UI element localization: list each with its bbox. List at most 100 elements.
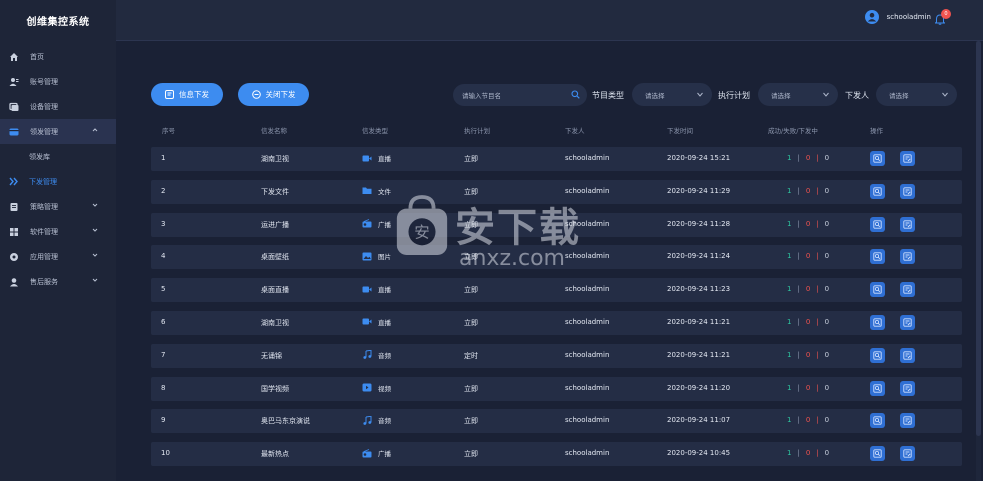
view-detail-button[interactable]: [870, 413, 885, 429]
sidebar-item-label: 账号管理: [30, 77, 58, 86]
sidebar: 创维集控系统 首页 账号管理 设备管理 领发管理 领发库 下发管理 策略管理 软…: [0, 0, 116, 481]
detail-icon: [873, 187, 882, 196]
pending-count: 0: [824, 416, 830, 425]
search-input[interactable]: 请输入节目名: [453, 84, 587, 106]
user-menu[interactable]: schooladmin: [864, 10, 931, 24]
cell-type: 音频: [362, 415, 391, 425]
view-detail-button[interactable]: [870, 151, 885, 166]
cell-type-label: 直播: [378, 155, 391, 163]
edit-button[interactable]: [900, 249, 915, 265]
view-detail-button[interactable]: [870, 183, 885, 199]
sidebar-item-accounts[interactable]: 账号管理: [0, 69, 116, 94]
chevron-down-icon: [92, 278, 98, 282]
success-count: 1: [787, 449, 792, 458]
cell-status: 1 | 0 | 0: [787, 384, 829, 392]
edit-button[interactable]: [900, 151, 915, 166]
sidebar-item-devices[interactable]: 设备管理: [0, 94, 116, 119]
edit-icon: [903, 416, 912, 426]
send-icon: [9, 128, 19, 135]
cell-status: 1 | 0 | 0: [787, 252, 829, 260]
edit-button[interactable]: [900, 380, 915, 396]
sidebar-subitem-library[interactable]: 领发库: [0, 144, 116, 169]
video-icon: [362, 285, 378, 294]
edit-icon: [903, 449, 912, 458]
program-type-select[interactable]: 请选择: [632, 83, 712, 106]
view-detail-button[interactable]: [870, 282, 885, 298]
detail-icon: [873, 383, 882, 393]
edit-button[interactable]: [900, 183, 915, 199]
radio-icon: [362, 448, 378, 458]
music-icon: [362, 415, 378, 425]
minus-circle-icon: [251, 90, 261, 99]
cell-status: 1 | 0 | 0: [787, 416, 829, 424]
view-detail-button[interactable]: [870, 347, 885, 363]
edit-button[interactable]: [900, 347, 915, 363]
plan-label: 执行计划: [718, 91, 750, 100]
sidebar-item-apps[interactable]: 应用管理: [0, 244, 116, 269]
table-row: 9 奥巴马东京演说 音频 立即 schooladmin 2020-09-24 11:07 1…: [151, 409, 962, 434]
cell-type: 直播: [362, 284, 391, 294]
edit-button[interactable]: [900, 314, 915, 330]
chevron-down-icon: [92, 203, 98, 207]
username: schooladmin: [886, 13, 931, 21]
plan-select[interactable]: 请选择: [758, 83, 838, 106]
sidebar-item-label: 设备管理: [30, 102, 58, 111]
divider: |: [797, 416, 800, 425]
sidebar-item-home[interactable]: 首页: [0, 44, 116, 69]
divider: |: [797, 252, 800, 261]
issue-info-button[interactable]: 信息下发: [151, 83, 223, 106]
cell-type: 音频: [362, 350, 391, 360]
cell-name: 湖南卫视: [261, 318, 289, 327]
divider: |: [797, 285, 800, 294]
edit-button[interactable]: [900, 282, 915, 298]
cell-status: 1 | 0 | 0: [787, 449, 829, 457]
cell-no: 9: [161, 416, 166, 425]
pending-count: 0: [824, 317, 830, 326]
success-count: 1: [787, 285, 792, 294]
view-detail-button[interactable]: [870, 249, 885, 265]
pending-count: 0: [824, 350, 830, 359]
table-row: 10 最新热点 广播 立即 schooladmin 2020-09-24 10:45 1 | 0…: [151, 442, 962, 467]
success-count: 1: [787, 416, 792, 425]
divider: |: [797, 219, 800, 228]
cell-time: 2020-09-24 11:23: [667, 285, 731, 294]
pending-count: 0: [824, 186, 830, 195]
edit-button[interactable]: [900, 446, 915, 462]
fail-count: 0: [805, 449, 811, 458]
search-placeholder: 请输入节目名: [462, 92, 501, 100]
view-detail-button[interactable]: [870, 216, 885, 232]
cell-issuer: schooladmin: [565, 449, 610, 458]
view-detail-button[interactable]: [870, 314, 885, 330]
fail-count: 0: [805, 416, 811, 425]
cell-type: 文件: [362, 186, 391, 196]
cell-status: 1 | 0 | 0: [787, 351, 829, 359]
device-icon: [9, 102, 19, 111]
cell-type-label: 文件: [378, 187, 391, 196]
sidebar-item-label: 售后服务: [30, 277, 58, 286]
scrollbar-thumb[interactable]: [976, 41, 981, 436]
view-detail-button[interactable]: [870, 380, 885, 396]
view-detail-button[interactable]: [870, 446, 885, 462]
sidebar-subitem-dispatch[interactable]: 下发管理: [0, 169, 116, 194]
divider: |: [816, 317, 819, 326]
divider: |: [816, 285, 819, 294]
sidebar-item-distribution[interactable]: 领发管理: [0, 119, 116, 144]
app-title: 创维集控系统: [26, 17, 90, 28]
sidebar-item-strategy[interactable]: 策略管理: [0, 194, 116, 219]
cell-plan: 立即: [464, 155, 478, 163]
cell-name: 桌面直播: [261, 286, 289, 295]
chevron-down-icon: [942, 92, 948, 97]
search-icon[interactable]: [571, 90, 580, 99]
cell-no: 7: [161, 350, 166, 359]
sidebar-item-software[interactable]: 软件管理: [0, 219, 116, 244]
sidebar-item-service[interactable]: 售后服务: [0, 269, 116, 294]
edit-button[interactable]: [900, 216, 915, 232]
col-header-time: 下发时间: [667, 127, 693, 135]
close-issue-button[interactable]: 关闭下发: [238, 83, 309, 106]
edit-button[interactable]: [900, 413, 915, 429]
fail-count: 0: [805, 317, 811, 326]
music-icon: [362, 350, 378, 360]
edit-icon: [903, 383, 912, 393]
table-row: 7 无诵锦 音频 定时 schooladmin 2020-09-24 11:21 1 | 0 | 0: [151, 343, 962, 368]
issuer-select[interactable]: 请选择: [876, 83, 957, 106]
